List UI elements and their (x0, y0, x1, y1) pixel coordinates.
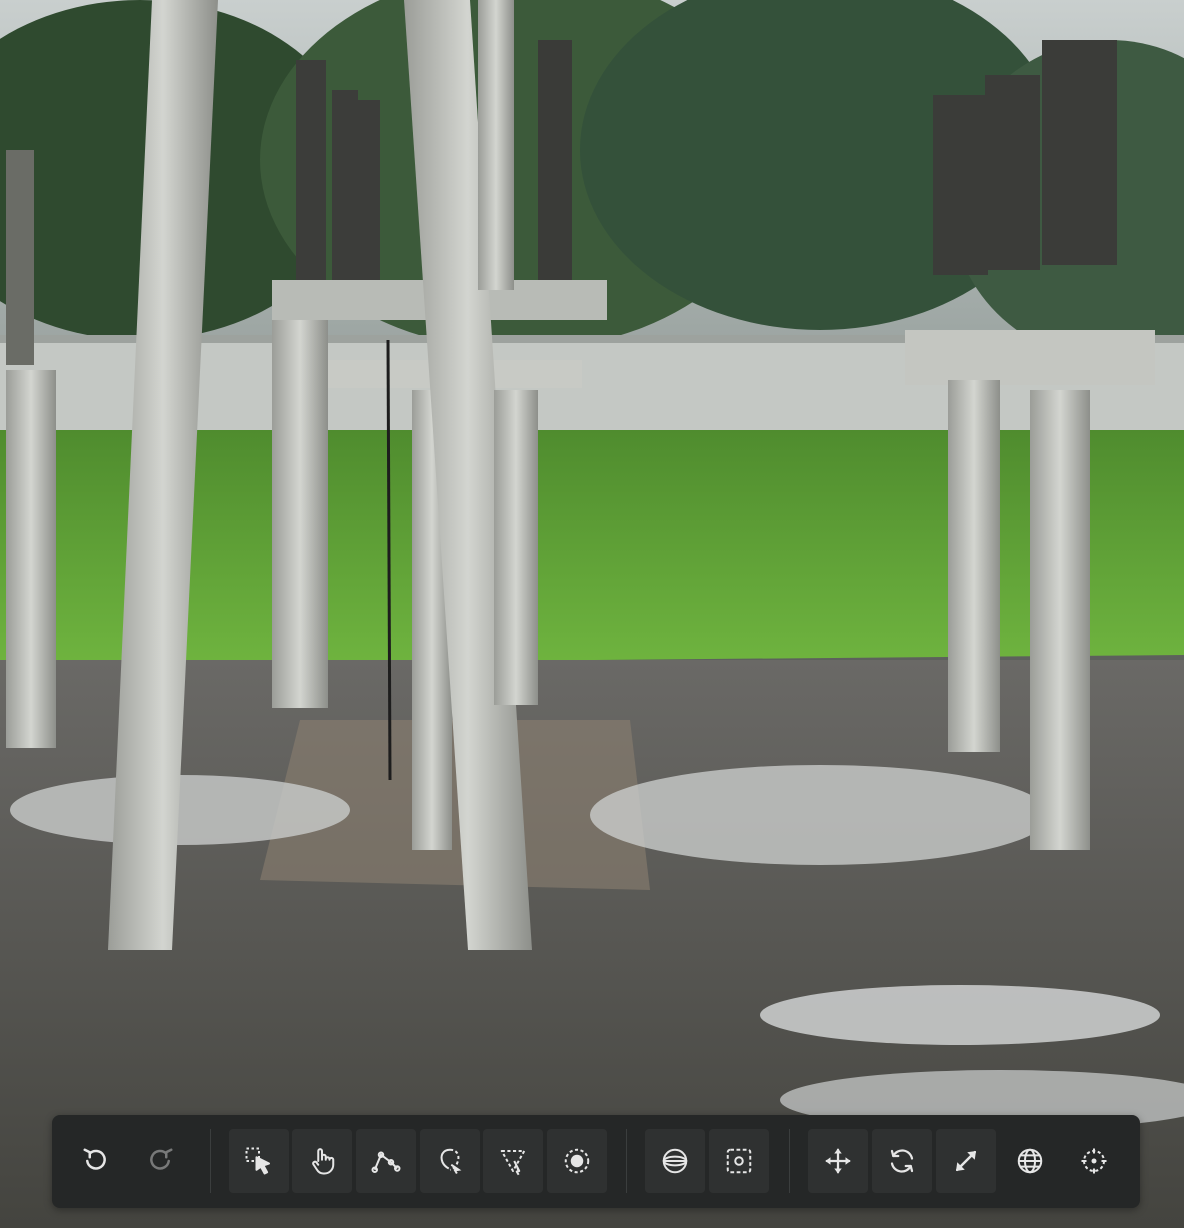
polygon-tool-button[interactable] (356, 1129, 416, 1193)
point-select-icon (564, 1148, 590, 1174)
focus-frame-tool-button[interactable] (709, 1129, 769, 1193)
point-select-tool-button[interactable] (547, 1129, 607, 1193)
scale-diagonal-icon (956, 1151, 976, 1171)
redo-button[interactable] (130, 1129, 190, 1193)
move-arrows-icon (825, 1148, 851, 1174)
magic-select-tool-button[interactable] (483, 1129, 543, 1193)
toolbar-separator (789, 1129, 790, 1193)
horizon-icon (662, 1148, 688, 1174)
lasso-tool-button[interactable] (420, 1129, 480, 1193)
lasso-icon (440, 1148, 462, 1175)
select-cursor-icon (245, 1147, 270, 1175)
pivot-icon (1081, 1148, 1107, 1174)
focus-frame-icon (726, 1148, 752, 1174)
pivot-tool-button[interactable] (1064, 1129, 1124, 1193)
horizon-tool-button[interactable] (645, 1129, 705, 1193)
globe-tool-button[interactable] (1000, 1129, 1060, 1193)
polygon-icon (371, 1151, 401, 1174)
undo-icon (83, 1148, 106, 1170)
rotate-icon (890, 1149, 914, 1173)
globe-icon (1017, 1148, 1043, 1174)
scale-tool-button[interactable] (936, 1129, 996, 1193)
toolbar-separator (210, 1129, 211, 1193)
undo-button[interactable] (66, 1129, 126, 1193)
redo-icon (150, 1148, 173, 1170)
toolbar-separator (626, 1129, 627, 1193)
tool-toolbar (52, 1115, 1140, 1208)
rotate-tool-button[interactable] (872, 1129, 932, 1193)
hand-icon (312, 1148, 335, 1175)
substation-photo (0, 0, 1184, 1228)
select-tool-button[interactable] (229, 1129, 289, 1193)
move-tool-button[interactable] (808, 1129, 868, 1193)
pan-tool-button[interactable] (292, 1129, 352, 1193)
magic-select-icon (500, 1150, 526, 1176)
